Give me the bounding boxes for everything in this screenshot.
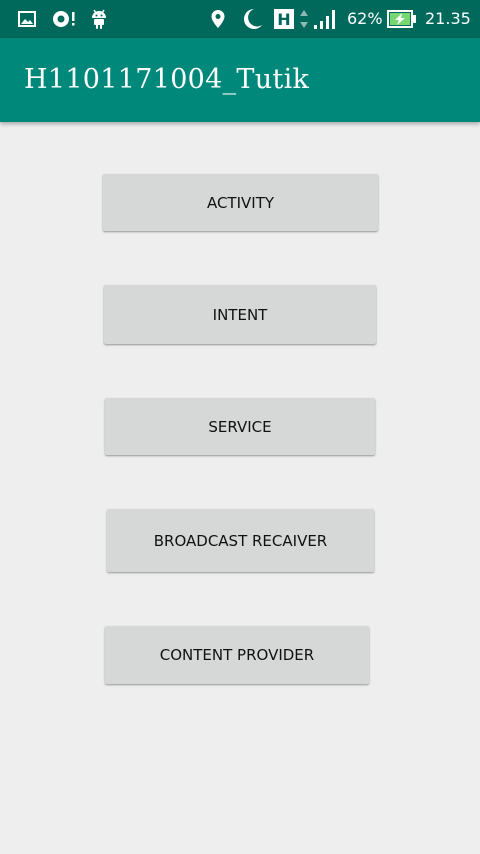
app-title: H1101171004_Tutik <box>24 64 310 95</box>
content-provider-button[interactable]: CONTENT PROVIDER <box>105 626 369 684</box>
service-button[interactable]: SERVICE <box>105 398 375 455</box>
signal-icon <box>312 0 338 38</box>
battery-percent: 62% <box>347 9 383 28</box>
activity-button[interactable]: ACTIVITY <box>103 174 378 231</box>
location-icon <box>208 0 228 38</box>
status-bar: H 62% 21.35 <box>0 0 480 38</box>
h-network-icon: H <box>272 0 312 38</box>
image-icon <box>16 0 38 38</box>
moon-icon <box>238 0 266 38</box>
battery-charging-icon <box>386 0 418 38</box>
sync-alert-icon <box>50 0 78 38</box>
intent-button[interactable]: INTENT <box>104 285 376 344</box>
app-bar: H1101171004_Tutik <box>0 38 480 122</box>
svg-text:H: H <box>277 10 290 29</box>
broadcast-receiver-button[interactable]: BROADCAST RECAIVER <box>107 509 374 572</box>
android-icon <box>88 0 110 38</box>
clock-time: 21.35 <box>425 9 471 28</box>
